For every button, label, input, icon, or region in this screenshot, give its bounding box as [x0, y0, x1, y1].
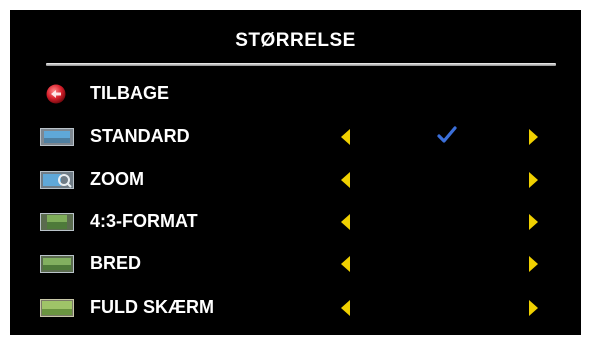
menu-item-full-screen[interactable]: FULD SKÆRM [10, 293, 581, 323]
menu-item-label: BRED [90, 253, 142, 273]
arrow-right-icon[interactable] [529, 172, 538, 188]
arrow-left-icon[interactable] [341, 256, 350, 272]
osd-menu: STØRRELSE TILBAGE STANDARD ZOOM 4:3-FORM… [10, 10, 581, 335]
menu-item-label: STANDARD [90, 126, 190, 146]
arrow-right-icon[interactable] [529, 300, 538, 316]
aspect-4-3-icon [40, 213, 74, 231]
menu-title: STØRRELSE [235, 30, 356, 51]
zoom-screen-icon [40, 171, 74, 189]
title-divider [46, 63, 556, 66]
arrow-left-icon[interactable] [341, 214, 350, 230]
menu-item-back[interactable]: TILBAGE [10, 79, 581, 109]
menu-item-label: TILBAGE [90, 83, 169, 103]
back-icon [46, 84, 66, 104]
full-screen-icon [40, 299, 74, 317]
arrow-right-icon[interactable] [529, 129, 538, 145]
menu-item-label: 4:3-FORMAT [90, 211, 198, 231]
arrow-right-icon[interactable] [529, 214, 538, 230]
standard-screen-icon [40, 128, 74, 146]
arrow-left-icon[interactable] [341, 172, 350, 188]
arrow-left-icon[interactable] [341, 129, 350, 145]
arrow-left-icon[interactable] [341, 300, 350, 316]
menu-item-zoom[interactable]: ZOOM [10, 165, 581, 195]
arrow-right-icon[interactable] [529, 256, 538, 272]
menu-item-label: ZOOM [90, 169, 144, 189]
menu-item-4-3-format[interactable]: 4:3-FORMAT [10, 207, 581, 237]
menu-item-wide[interactable]: BRED [10, 249, 581, 279]
wide-screen-icon [40, 255, 74, 273]
checkmark-icon [437, 126, 457, 143]
menu-item-standard[interactable]: STANDARD [10, 122, 581, 152]
menu-item-label: FULD SKÆRM [90, 297, 214, 317]
